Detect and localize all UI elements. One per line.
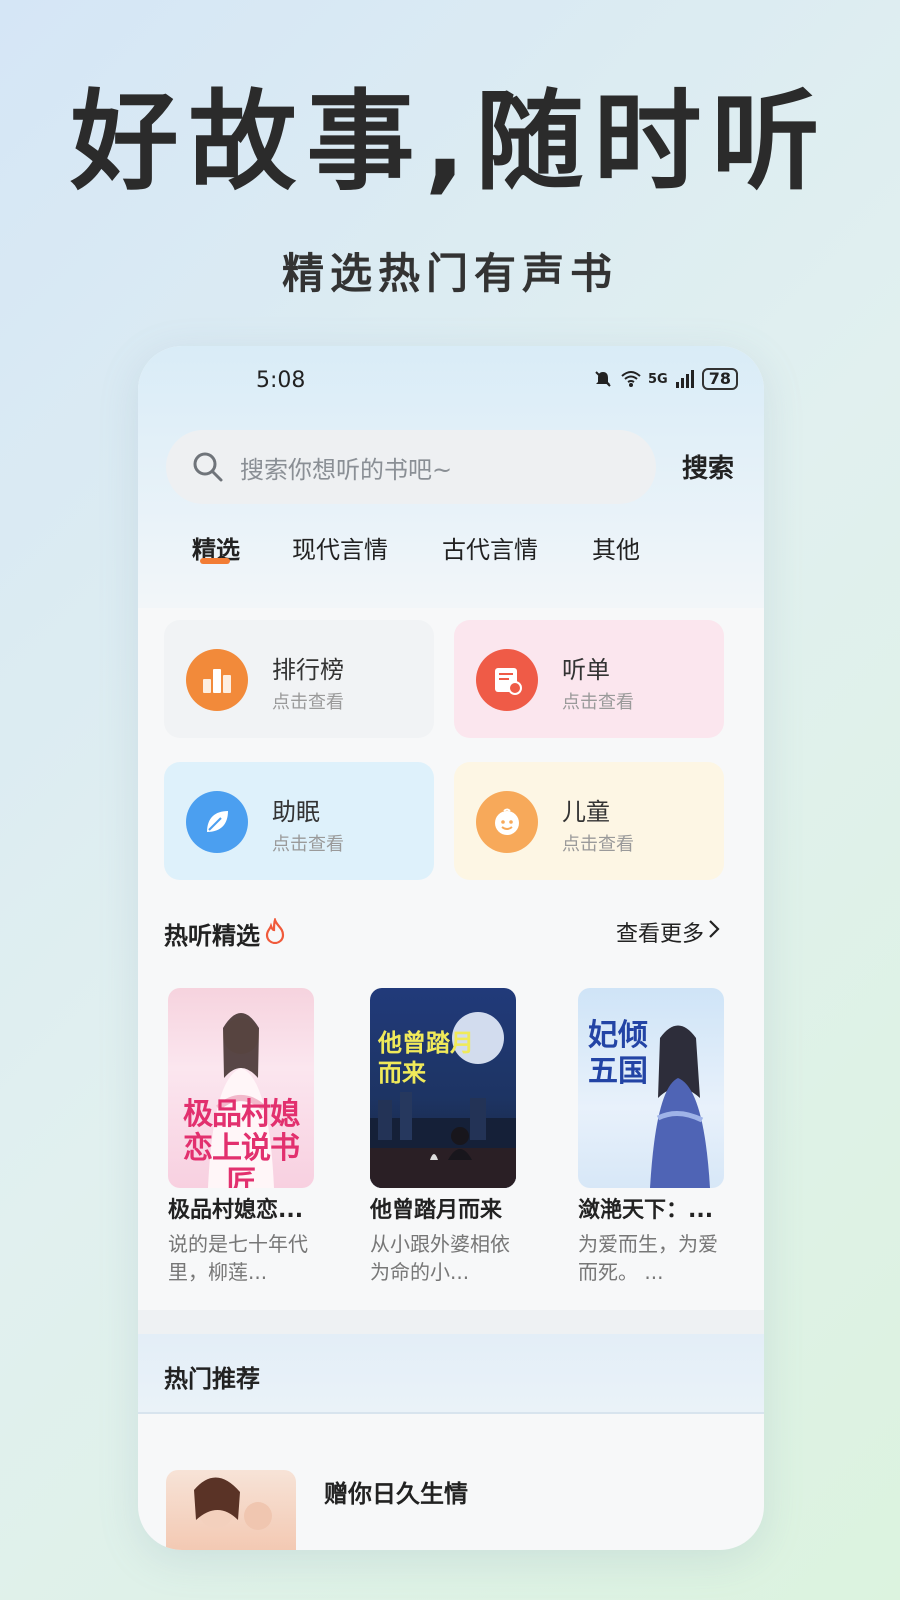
divider — [138, 1412, 764, 1414]
sleep-card[interactable]: 助眠 点击查看 — [164, 762, 434, 880]
active-tab-indicator — [200, 558, 230, 564]
signal-icon — [674, 368, 696, 390]
section-divider — [138, 1310, 764, 1334]
book-desc: 说的是七十年代里，柳莲... — [168, 1232, 308, 1284]
cover-text: 他曾踏月而来 — [378, 1029, 474, 1087]
battery-icon: 78 — [701, 368, 738, 390]
ranking-card[interactable]: 排行榜 点击查看 — [164, 620, 434, 738]
search-icon — [190, 449, 226, 485]
card-subtitle: 点击查看 — [562, 692, 634, 713]
book-cover: 极品村媳恋上说书匠 — [168, 988, 314, 1188]
playlist-icon — [476, 649, 538, 711]
cover-text: 妃倾五国 — [588, 1018, 648, 1089]
card-subtitle: 点击查看 — [272, 692, 344, 713]
search-input[interactable]: 搜索你想听的书吧~ — [166, 430, 656, 504]
card-title: 排行榜 — [272, 656, 344, 684]
tab-other[interactable]: 其他 — [592, 530, 640, 565]
book-title: 他曾踏月而来 — [370, 1198, 503, 1223]
hero-subtitle: 精选热门有声书 — [281, 249, 618, 298]
search-placeholder: 搜索你想听的书吧~ — [240, 455, 453, 484]
tab-ancient-romance[interactable]: 古代言情 — [442, 530, 538, 565]
chevron-right-icon — [708, 919, 720, 945]
card-title: 听单 — [562, 656, 610, 684]
recommend-item-title[interactable]: 赠你日久生情 — [324, 1474, 468, 1509]
book-desc: 为爱而生，为爱而死。 ... — [578, 1232, 718, 1284]
card-title: 助眠 — [272, 798, 320, 826]
book-cover: 他曾踏月而来 — [370, 988, 516, 1188]
search-button[interactable]: 搜索 — [682, 448, 734, 485]
book-card[interactable]: 妃倾五国 潋滟天下：... 为爱而生，为爱而死。 ... — [578, 988, 728, 1286]
book-card[interactable]: 极品村媳恋上说书匠 极品村媳恋... 说的是七十年代里，柳莲... — [168, 988, 318, 1286]
card-title: 儿童 — [562, 798, 610, 826]
card-subtitle: 点击查看 — [272, 834, 344, 855]
card-subtitle: 点击查看 — [562, 834, 634, 855]
leaf-icon — [186, 791, 248, 853]
recommend-title: 热门推荐 — [164, 1365, 260, 1393]
status-icons: 5G 78 — [592, 368, 738, 390]
ranking-icon — [186, 649, 248, 711]
status-time: 5:08 — [256, 368, 306, 393]
category-tabs: 精选 现代言情 古代言情 其他 — [138, 530, 764, 580]
see-more-label: 查看更多 — [616, 922, 705, 947]
fire-icon — [264, 916, 286, 950]
recommend-item-cover[interactable] — [166, 1470, 296, 1550]
playlist-card[interactable]: 听单 点击查看 — [454, 620, 724, 738]
network-label: 5G — [648, 371, 668, 387]
section-title: 热听精选 — [164, 922, 260, 950]
book-cover: 妃倾五国 — [578, 988, 724, 1188]
see-more-link[interactable]: 查看更多 — [616, 916, 720, 948]
book-desc: 从小跟外婆相依为命的小... — [370, 1232, 510, 1284]
book-title: 极品村媳恋... — [168, 1198, 304, 1223]
cover-text: 极品村媳恋上说书匠 — [183, 1097, 300, 1189]
tab-modern-romance[interactable]: 现代言情 — [292, 530, 388, 565]
hot-picks-heading: 热听精选 — [164, 916, 286, 951]
child-face-icon — [476, 791, 538, 853]
children-card[interactable]: 儿童 点击查看 — [454, 762, 724, 880]
hero-title: 好故事,随时听 — [70, 80, 830, 205]
wifi-icon — [620, 368, 642, 390]
mute-bell-icon — [592, 368, 614, 390]
book-card[interactable]: 他曾踏月而来 他曾踏月而来 从小跟外婆相依为命的小... — [370, 988, 520, 1286]
phone-frame: 5:08 5G 78 搜索你想听的书吧~ 搜索 精选 现代言情 古代言情 其他 … — [138, 346, 764, 1550]
book-title: 潋滟天下：... — [578, 1198, 714, 1223]
